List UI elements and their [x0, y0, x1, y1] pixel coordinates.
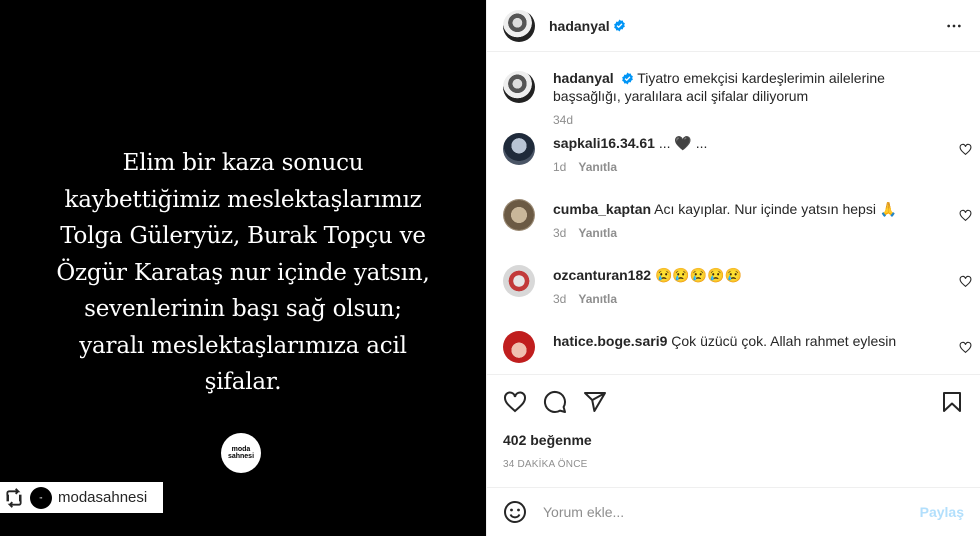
comment-item: hatice.boge.sari9 Çok üzücü çok. Allah r… — [487, 331, 980, 373]
reply-button[interactable]: Yanıtla — [578, 292, 617, 306]
post-comment-button[interactable]: Paylaş — [920, 504, 964, 520]
caption-username[interactable]: hadanyal — [553, 70, 614, 86]
post-timestamp: 34 DAKİKA ÖNCE — [503, 459, 588, 470]
post-detail-panel: hadanyal hadanyal Tiyatro emekçisi karde… — [486, 0, 980, 536]
more-horizontal-icon[interactable] — [946, 18, 962, 34]
reply-button[interactable]: Yanıtla — [578, 226, 617, 240]
comment-item: cumba_kaptan Acı kayıplar. Nur içinde ya… — [487, 199, 980, 265]
likes-count[interactable]: 402 beğenme — [503, 432, 592, 448]
verified-badge-icon — [613, 19, 625, 32]
comments-section[interactable]: hadanyal Tiyatro emekçisi kardeşlerimin … — [487, 53, 980, 373]
comment-meta: 3d Yanıtla — [553, 292, 742, 306]
comment-body: ... 🖤 ... — [658, 135, 708, 151]
add-comment-bar: Paylaş — [487, 487, 980, 536]
comment-text: sapkali16.34.61 ... 🖤 ... — [553, 133, 707, 152]
comment-text: hatice.boge.sari9 Çok üzücü çok. Allah r… — [553, 331, 896, 350]
comment-username[interactable]: cumba_kaptan — [553, 201, 651, 217]
comment-input[interactable] — [543, 504, 920, 520]
comment-meta: 3d Yanıtla — [553, 226, 897, 240]
comment-time: 3d — [553, 292, 567, 306]
comment-body: 😢😢😢😢😢 — [654, 267, 743, 283]
comment-time: 1d — [553, 160, 567, 174]
emoji-smiley-icon[interactable] — [503, 500, 527, 524]
caption-time: 34d — [553, 113, 574, 127]
moda-sahnesi-logo: moda sahnesi — [221, 433, 261, 473]
comment-username[interactable]: ozcanturan182 — [553, 267, 651, 283]
repost-icon — [6, 487, 22, 508]
comment-bubble-icon[interactable] — [543, 390, 567, 414]
repost-username: modasahnesi — [58, 489, 148, 506]
comment-username[interactable]: sapkali16.34.61 — [553, 135, 655, 151]
commenter-avatar[interactable] — [503, 331, 535, 363]
like-comment-heart-icon[interactable] — [959, 275, 972, 288]
bookmark-save-icon[interactable] — [940, 390, 964, 414]
repost-avatar: ▪▪ — [30, 486, 52, 509]
like-heart-icon[interactable] — [503, 390, 527, 414]
caption-body: hadanyal Tiyatro emekçisi kardeşlerimin … — [553, 69, 893, 105]
commenter-avatar[interactable] — [503, 133, 535, 165]
commenter-avatar[interactable] — [503, 265, 535, 297]
verified-badge-icon — [621, 72, 633, 85]
like-comment-heart-icon[interactable] — [959, 209, 972, 222]
author-avatar[interactable] — [503, 9, 535, 42]
reply-button[interactable]: Yanıtla — [578, 160, 617, 174]
share-send-icon[interactable] — [583, 390, 607, 414]
like-comment-heart-icon[interactable] — [959, 341, 972, 354]
comment-time: 3d — [553, 226, 567, 240]
repost-tag[interactable]: ▪▪ modasahnesi — [0, 482, 163, 513]
post-caption: hadanyal Tiyatro emekçisi kardeşlerimin … — [487, 53, 980, 133]
post-image[interactable]: Elim bir kaza sonucu kaybettiğimiz mesle… — [0, 0, 486, 536]
comment-item: sapkali16.34.61 ... 🖤 ... 1d Yanıtla — [487, 133, 980, 199]
comment-text: cumba_kaptan Acı kayıplar. Nur içinde ya… — [553, 199, 897, 218]
post-header: hadanyal — [487, 0, 980, 52]
like-comment-heart-icon[interactable] — [959, 143, 972, 156]
author-username[interactable]: hadanyal — [549, 18, 610, 34]
comment-username[interactable]: hatice.boge.sari9 — [553, 333, 667, 349]
comment-body: Acı kayıplar. Nur içinde yatsın hepsi 🙏 — [654, 201, 898, 217]
comment-body: Çok üzücü çok. Allah rahmet eylesin — [671, 333, 897, 349]
comment-item: ozcanturan182 😢😢😢😢😢 3d Yanıtla — [487, 265, 980, 331]
caption-avatar[interactable] — [503, 71, 535, 103]
commenter-avatar[interactable] — [503, 199, 535, 231]
post-actions: 402 beğenme 34 DAKİKA ÖNCE — [487, 374, 980, 487]
comment-text: ozcanturan182 😢😢😢😢😢 — [553, 265, 742, 284]
logo-text: moda sahnesi — [227, 446, 255, 460]
action-bar — [503, 390, 964, 416]
post-image-text: Elim bir kaza sonucu kaybettiğimiz mesle… — [56, 150, 430, 395]
comment-meta: 1d Yanıtla — [553, 160, 707, 174]
